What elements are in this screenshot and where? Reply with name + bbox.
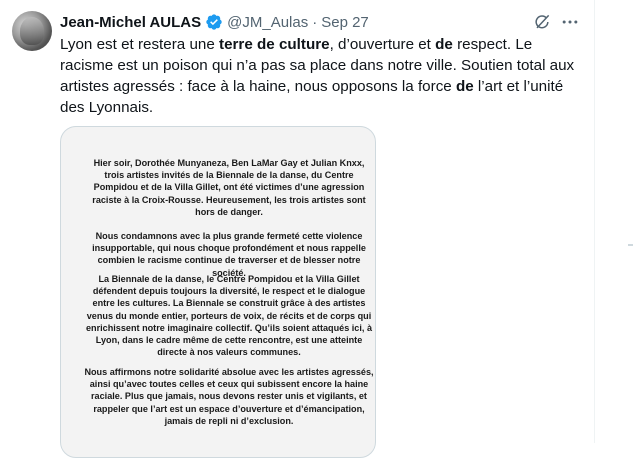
bold-text-segment: de [455, 78, 474, 95]
tweet-date[interactable]: Sep 27 [321, 14, 369, 31]
author-handle[interactable]: @JM_Aulas [227, 14, 308, 31]
tweet[interactable]: Jean-Michel AULAS @JM_Aulas · Sep 27 Lyo… [0, 0, 594, 458]
tweet-text: Lyon est et restera une terre de culture… [60, 34, 585, 118]
separator-dot: · [312, 13, 318, 31]
column-divider [594, 0, 595, 443]
tweet-header: Jean-Michel AULAS @JM_Aulas · Sep 27 [60, 12, 369, 32]
verified-badge-icon[interactable] [205, 13, 223, 31]
bold-text-segment: terre de culture [219, 36, 330, 53]
statement-paragraph: La Biennale de la danse, le Centre Pompi… [85, 274, 373, 358]
bold-text-segment: de [435, 36, 453, 53]
text-segment: Lyon est et restera une [60, 36, 220, 53]
statement-paragraph: Nous affirmons notre solidarité absolue … [84, 367, 374, 426]
edge-divider [628, 244, 633, 246]
statement-document: Hier soir, Dorothée Munyaneza, Ben LaMar… [84, 140, 374, 443]
avatar[interactable] [12, 11, 52, 51]
grok-icon[interactable] [532, 12, 552, 32]
text-segment: , d’ouverture et [329, 36, 436, 53]
more-icon[interactable] [560, 12, 580, 32]
statement-paragraph: Nous condamnons avec la plus grande ferm… [92, 231, 366, 278]
statement-paragraph: Hier soir, Dorothée Munyaneza, Ben LaMar… [92, 158, 366, 217]
author-name[interactable]: Jean-Michel AULAS [60, 14, 201, 31]
